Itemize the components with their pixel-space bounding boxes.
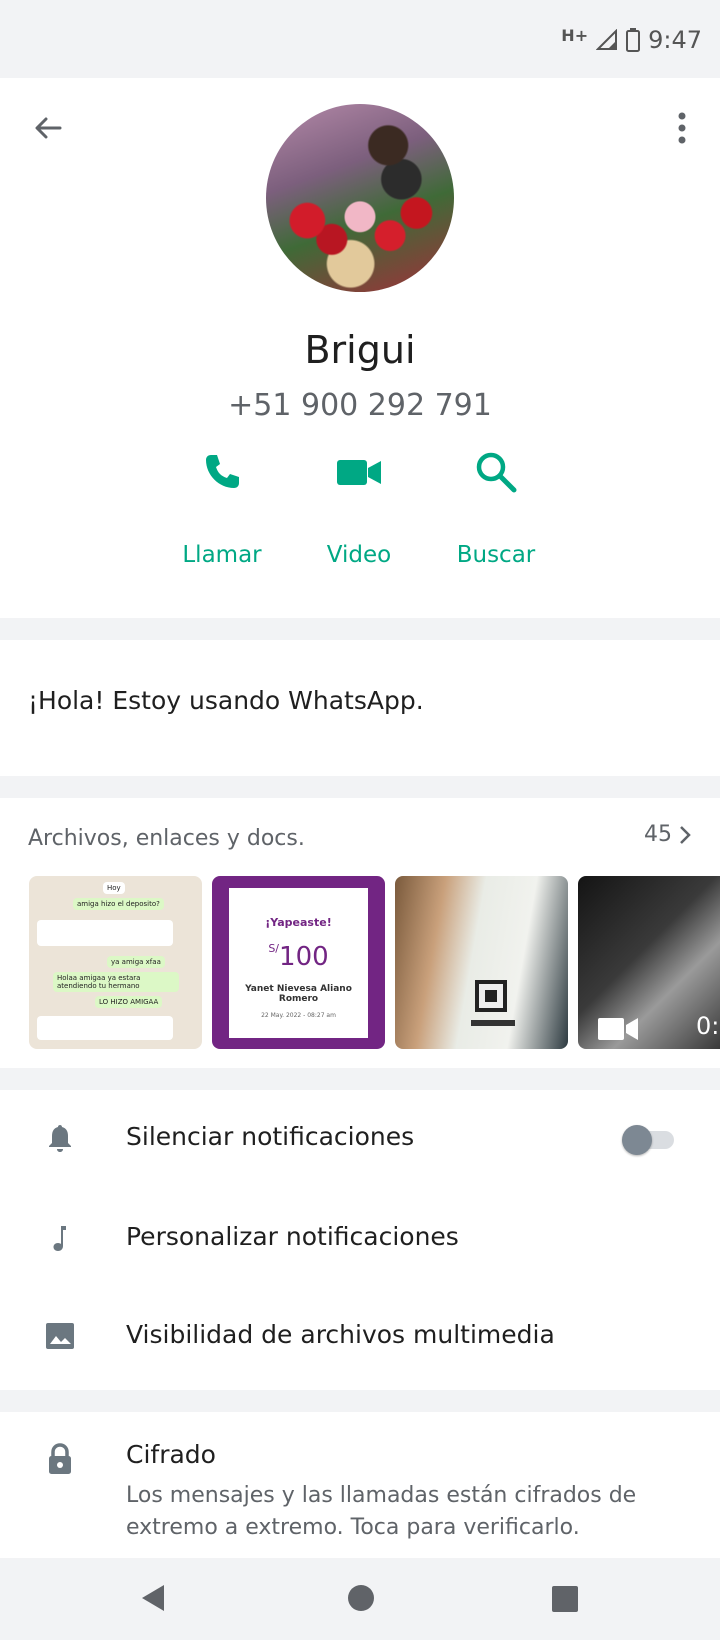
encryption-title: Cifrado (126, 1440, 216, 1469)
media-visibility-label: Visibilidad de archivos multimedia (126, 1320, 555, 1349)
media-visibility-row[interactable]: Visibilidad de archivos multimedia (0, 1288, 720, 1384)
media-section: Archivos, enlaces y docs. 45 Hoy amiga h… (0, 798, 720, 1068)
video-duration: 0: (696, 1012, 720, 1040)
nav-recents-icon[interactable] (552, 1586, 578, 1612)
profile-photo[interactable] (266, 104, 454, 292)
more-options-icon[interactable] (672, 106, 692, 150)
contact-phone: +51 900 292 791 (228, 388, 492, 423)
chevron-right-icon (680, 825, 691, 844)
nav-home-icon[interactable] (348, 1585, 374, 1611)
media-thumb-receipt-photo[interactable] (395, 876, 568, 1049)
clock: 9:47 (648, 26, 702, 54)
custom-notifications-row[interactable]: Personalizar notificaciones (0, 1190, 720, 1286)
yape-amount-block: S/100 (229, 942, 368, 972)
contact-header: Brigui +51 900 292 791 Llamar Video Busc… (0, 78, 720, 618)
call-button[interactable]: Llamar (152, 448, 292, 568)
videocam-icon (337, 460, 381, 485)
search-button[interactable]: Buscar (426, 448, 566, 568)
mute-notifications-label: Silenciar notificaciones (126, 1122, 415, 1151)
music-note-icon (53, 1226, 66, 1251)
status-icons: H+ 9:47 (561, 25, 702, 55)
network-type: H+ (561, 25, 589, 45)
voice-message (37, 1016, 173, 1040)
media-count: 45 (644, 822, 672, 847)
encryption-description: Los mensajes y las llamadas están cifrad… (126, 1483, 637, 1540)
yape-title: ¡Yapeaste! (265, 916, 332, 929)
mute-toggle[interactable] (622, 1125, 674, 1155)
search-label: Buscar (456, 542, 536, 568)
yape-date: 22 May. 2022 - 08:27 am (261, 1012, 336, 1019)
contact-name: Brigui (304, 328, 416, 372)
media-count-link[interactable]: 45 (644, 822, 692, 847)
media-thumb-chat-screenshot[interactable]: Hoy amiga hizo el deposito? ya amiga xfa… (29, 876, 202, 1049)
signal-icon (596, 29, 618, 50)
status-bar: H+ 9:47 (0, 0, 720, 78)
notification-settings: Silenciar notificaciones Personalizar no… (0, 1090, 720, 1390)
search-icon (476, 452, 517, 493)
phone-icon (206, 455, 239, 488)
video-call-button[interactable]: Video (289, 448, 429, 568)
mute-notifications-row[interactable]: Silenciar notificaciones (0, 1090, 720, 1186)
yape-recipient: Yanet Nievesa Aliano Romero (245, 984, 352, 1004)
chat-line: ya amiga xfaa (107, 956, 165, 968)
call-label: Llamar (182, 542, 262, 568)
qr-code-image (471, 980, 515, 1026)
video-label: Video (326, 542, 392, 568)
battery-icon (626, 28, 641, 52)
system-nav-bar (0, 1558, 720, 1640)
chat-day: Hoy (103, 882, 125, 894)
about-section[interactable]: ¡Hola! Estoy usando WhatsApp. (0, 640, 720, 776)
lock-icon (49, 1443, 71, 1474)
chat-line: amiga hizo el deposito? (73, 898, 164, 910)
media-thumbnails: Hoy amiga hizo el deposito? ya amiga xfa… (29, 876, 720, 1050)
yape-currency: S/ (268, 942, 280, 955)
image-icon (46, 1323, 74, 1349)
toggle-knob (622, 1125, 652, 1155)
media-thumb-video[interactable]: 0: (578, 876, 720, 1049)
yape-amount: 100 (279, 942, 329, 972)
back-arrow-icon[interactable] (26, 106, 70, 150)
yape-receipt: ¡Yapeaste! S/100 Yanet Nievesa Aliano Ro… (229, 888, 368, 1038)
media-thumb-yape-receipt[interactable]: ¡Yapeaste! S/100 Yanet Nievesa Aliano Ro… (212, 876, 385, 1049)
encryption-row[interactable]: Cifrado Los mensajes y las llamadas está… (0, 1412, 720, 1558)
bell-icon (49, 1125, 71, 1152)
voice-message (37, 920, 173, 946)
nav-back-icon[interactable] (138, 1582, 168, 1614)
media-title[interactable]: Archivos, enlaces y docs. (28, 826, 305, 851)
chat-line: LO HIZO AMIGAA (95, 996, 163, 1008)
chat-line: Holaa amigaa ya estara atendiendo tu her… (53, 972, 179, 992)
videocam-icon (598, 1018, 638, 1040)
about-text: ¡Hola! Estoy usando WhatsApp. (28, 686, 424, 715)
custom-notifications-label: Personalizar notificaciones (126, 1222, 459, 1251)
